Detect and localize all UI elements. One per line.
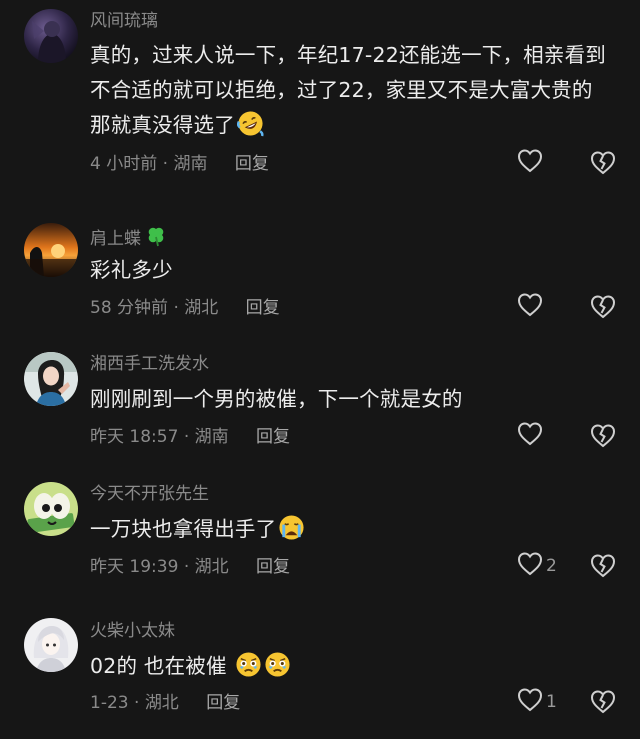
comment-location: 湖北 (184, 298, 219, 318)
rofl-emoji (236, 110, 264, 148)
avatar[interactable] (24, 618, 78, 672)
dislike-button[interactable] (589, 688, 617, 716)
comment-location: 湖南 (173, 154, 208, 174)
comment-meta: 昨天 18:57 · 湖南 回复 (90, 426, 290, 448)
reply-button[interactable]: 回复 (206, 693, 240, 713)
comment-text-content: 02的 也在被催 (90, 654, 227, 678)
comment-text: 刚刚刷到一个男的被催，下一个就是女的 (90, 382, 610, 417)
comment-username[interactable]: 今天不开张先生 (90, 483, 209, 505)
like-count: 1 (546, 692, 557, 712)
comment-text-content: 彩礼多少 (90, 258, 173, 282)
comment-meta: 58 分钟前 · 湖北 回复 (90, 297, 280, 319)
broken-heart-icon (589, 690, 617, 720)
reply-button[interactable]: 回复 (256, 557, 290, 577)
comment-location: 湖北 (144, 693, 179, 713)
comment-username[interactable]: 火柴小太妹 (90, 620, 175, 642)
like-button[interactable] (516, 422, 546, 450)
meta-separator: · (134, 693, 140, 713)
comment-username[interactable]: 肩上蝶 (90, 225, 167, 253)
comment-item: 肩上蝶 彩礼多少 58 分钟前 · 湖北 回复 (0, 200, 640, 330)
comment-username[interactable]: 风间琉璃 (90, 10, 158, 32)
comment-meta: 昨天 19:39 · 湖北 回复 (90, 556, 290, 578)
meta-separator: · (162, 154, 169, 174)
comment-location: 湖北 (194, 557, 229, 577)
meta-separator: · (183, 557, 190, 577)
comment-item: 风间琉璃 真的，过来人说一下，年纪17-22还能选一下，相亲看到不合适的就可以拒… (0, 0, 640, 200)
crying-emoji (278, 514, 305, 552)
avatar[interactable] (24, 352, 78, 406)
reply-button[interactable]: 回复 (256, 427, 290, 447)
comment-meta: 1-23 · 湖北 回复 (90, 692, 240, 714)
dislike-button[interactable] (589, 293, 617, 321)
comment-item: 火柴小太妹 02的 也在被催 1-23 · 湖北 回复 1 (0, 598, 640, 739)
comment-text: 一万块也拿得出手了 (90, 512, 610, 552)
comment-item: 今天不开张先生 一万块也拿得出手了 昨天 19:39 · 湖北 回复 2 (0, 460, 640, 590)
avatar[interactable] (24, 482, 78, 536)
comment-time: 昨天 18:57 (90, 427, 179, 447)
comment-text: 02的 也在被催 (90, 649, 610, 689)
comment-text: 真的，过来人说一下，年纪17-22还能选一下，相亲看到不合适的就可以拒绝，过了2… (90, 38, 610, 148)
comment-time: 昨天 19:39 (90, 557, 179, 577)
avatar[interactable] (24, 9, 78, 63)
broken-heart-icon (589, 424, 617, 454)
comment-time: 1-23 (90, 693, 129, 713)
reply-button[interactable]: 回复 (246, 298, 280, 318)
four-leaf-clover-icon (145, 225, 167, 253)
comment-text-content: 一万块也拿得出手了 (90, 517, 277, 541)
dislike-button[interactable] (589, 422, 617, 450)
comment-username[interactable]: 湘西手工洗发水 (90, 353, 209, 375)
heart-icon (516, 147, 544, 179)
broken-heart-icon (589, 554, 617, 584)
comment-text-content: 刚刚刷到一个男的被催，下一个就是女的 (90, 387, 463, 411)
heart-icon (516, 686, 544, 718)
holding-back-tears-emoji (264, 651, 291, 689)
heart-icon (516, 550, 544, 582)
holding-back-tears-emoji (235, 651, 262, 689)
comment-location: 湖南 (194, 427, 229, 447)
comment-list: 风间琉璃 真的，过来人说一下，年纪17-22还能选一下，相亲看到不合适的就可以拒… (0, 0, 640, 739)
comment-item: 湘西手工洗发水 刚刚刷到一个男的被催，下一个就是女的 昨天 18:57 · 湖南… (0, 330, 640, 460)
meta-separator: · (183, 427, 190, 447)
dislike-button[interactable] (589, 552, 617, 580)
meta-separator: · (173, 298, 179, 318)
reply-button[interactable]: 回复 (235, 154, 269, 174)
comment-text: 彩礼多少 (90, 253, 610, 288)
like-button[interactable]: 1 (516, 688, 557, 716)
comment-text-content: 真的，过来人说一下，年纪17-22还能选一下，相亲看到不合适的就可以拒绝，过了2… (90, 43, 606, 137)
comment-time: 58 分钟前 (90, 298, 169, 318)
like-button[interactable] (516, 293, 546, 321)
dislike-button[interactable] (589, 149, 617, 177)
comment-meta: 4 小时前 · 湖南 回复 (90, 153, 269, 175)
broken-heart-icon (589, 295, 617, 325)
like-button[interactable]: 2 (516, 552, 557, 580)
broken-heart-icon (589, 151, 617, 181)
heart-icon (516, 291, 544, 323)
like-button[interactable] (516, 149, 546, 177)
like-count: 2 (546, 556, 557, 576)
avatar[interactable] (24, 223, 78, 277)
comment-time: 4 小时前 (90, 154, 158, 174)
username-text: 肩上蝶 (90, 229, 141, 249)
heart-icon (516, 420, 544, 452)
